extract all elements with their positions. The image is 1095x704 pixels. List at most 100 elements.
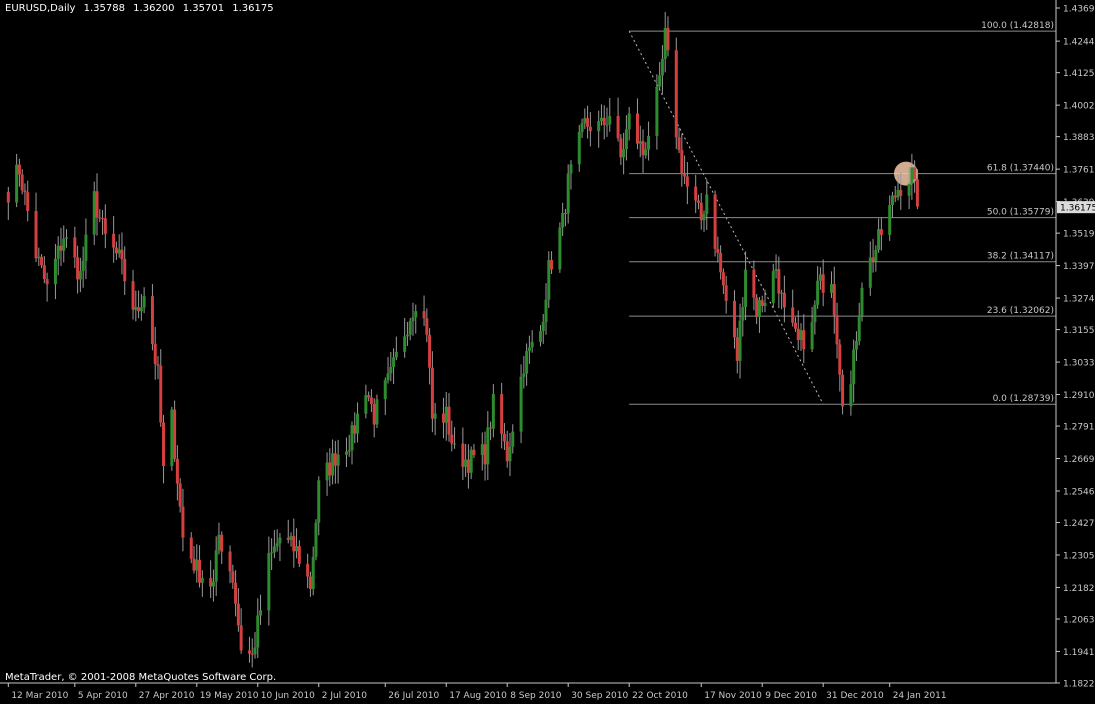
candle-body [350,425,354,451]
candle-body [566,173,570,214]
candle-body [78,271,82,280]
candle-body [647,135,651,150]
candle-body [741,307,745,321]
candle-body [638,141,642,144]
candle-body [23,190,27,193]
open-price: 1.35788 [83,3,125,14]
candle-body [796,328,800,340]
candle-body [198,559,202,583]
candle-body [425,318,429,335]
candle-body [505,441,509,462]
candle-body [577,132,581,165]
candle-body [893,195,897,198]
candle-body [877,229,881,250]
candle-body [65,237,69,239]
fib-level-label: 0.0 (1.28739) [993,394,1054,404]
candle-body [544,299,548,322]
candle-body [247,650,251,654]
candle-body [569,164,573,174]
candle-body [286,537,290,540]
candle-body [26,192,30,212]
candle-body [453,443,457,445]
candle-body [910,167,914,184]
candle-body [101,218,105,220]
candle-body [447,406,451,435]
candle-body [444,406,448,423]
y-tick-label: 1.33970 [1063,262,1095,272]
fibonacci-retracement[interactable]: 100.0 (1.42818) 61.8 (1.37440) 50.0 (1.357… [628,21,1056,405]
y-tick-label: 1.35195 [1063,230,1095,240]
candle-body [655,86,659,136]
candle-body [799,330,803,340]
candle-body [793,322,797,329]
chart-axes: 1.43690 1.42440 1.41250 1.40025 1.38835 1.376… [0,0,1095,701]
candle-body [123,259,127,282]
x-tick-label: 10 Jun 2010 [261,691,315,701]
candle-body [84,234,88,261]
y-tick-label: 1.42440 [1063,38,1095,48]
candle-body [228,551,232,572]
candle-body [73,237,77,258]
candle-body [117,249,121,254]
candle-body [120,249,124,260]
candle-body [721,272,725,286]
candle-body [37,256,41,259]
x-tick-label: 24 Jan 2011 [893,691,947,701]
candle-body [641,141,645,156]
candle-body [137,307,141,312]
candle-body [735,337,739,361]
candle-body [414,311,418,318]
candle-body [738,320,742,361]
candle-body [162,422,166,467]
candle-body [272,546,276,553]
candle-body [389,366,393,374]
candle-body [297,546,301,564]
x-tick-label: 17 Nov 2010 [704,691,762,701]
candle-body [114,247,118,254]
candle-body [17,164,21,175]
candle-body [624,129,628,150]
candle-body [192,558,196,571]
y-tick-label: 1.27915 [1063,423,1095,433]
candle-body [547,260,551,300]
candle-body [868,257,872,288]
candle-body [34,211,38,259]
candle-body [616,116,620,139]
y-tick-label: 1.21825 [1063,584,1095,594]
price-chart[interactable]: 100.0 (1.42818) 61.8 (1.37440) 50.0 (1.357… [0,0,1095,704]
candle-body [333,453,337,466]
candle-body [724,285,728,301]
candle-body [644,149,648,156]
candle-body [142,296,146,308]
fib-level-label: 23.6 (1.32062) [987,306,1054,316]
candle-body [500,394,504,434]
x-tick-label: 12 Mar 2010 [11,691,68,701]
candle-body [433,413,437,419]
x-tick-label: 2 Jul 2010 [322,691,367,701]
candle-body [699,202,703,221]
candle-body [619,138,623,158]
candle-body [871,257,875,262]
fib-level-label: 100.0 (1.42818) [981,21,1054,31]
candle-body [896,189,900,198]
candle-body [92,191,96,235]
candle-body [491,394,495,429]
candle-body [134,307,138,310]
candle-body [353,425,357,434]
candle-body [259,610,263,616]
candle-body [62,238,66,251]
candle-body [408,321,412,335]
candle-body [464,459,468,467]
candle-body [780,292,784,294]
candle-body [441,413,445,423]
candle-body [829,284,833,293]
candle-body [561,213,565,228]
current-price-label: 1.36175 [1060,204,1095,214]
candle-body [588,126,592,132]
candle-body [835,315,839,345]
candle-body [214,550,218,582]
y-tick-label: 1.30330 [1063,359,1095,369]
candle-body [658,75,662,87]
candle-body [674,50,678,138]
candle-body [680,150,684,174]
